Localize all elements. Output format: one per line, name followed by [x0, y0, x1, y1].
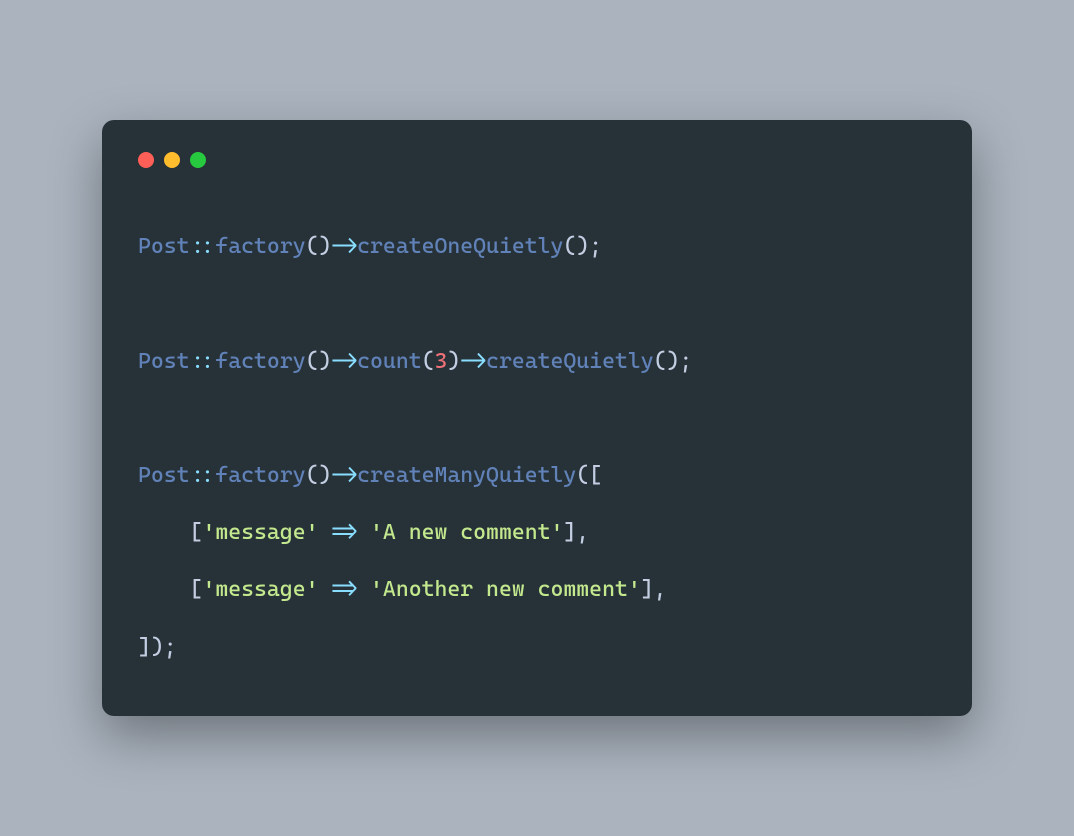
code-line [138, 390, 936, 447]
token-op: => [331, 520, 357, 545]
code-line: Post::factory()->count(3)->createQuietly… [138, 333, 936, 390]
token-punc [357, 577, 370, 602]
token-op: => [331, 577, 357, 602]
token-punc: [ [190, 577, 203, 602]
token-punc [318, 520, 331, 545]
code-line: ['message' => 'A new comment'], [138, 504, 936, 561]
token-punc: ], [641, 577, 667, 602]
token-str: 'Another new comment' [370, 577, 641, 602]
token-punc [357, 520, 370, 545]
token-op: -> [460, 349, 486, 374]
token-punc: [ [190, 520, 203, 545]
token-class: Post [138, 463, 190, 488]
token-op: -> [331, 463, 357, 488]
minimize-icon[interactable] [164, 152, 180, 168]
token-punc: () [306, 349, 332, 374]
token-str: 'message' [202, 577, 318, 602]
code-line: ]); [138, 619, 936, 676]
token-method: createOneQuietly [357, 234, 563, 259]
token-op: -> [331, 349, 357, 374]
window-titlebar [138, 152, 936, 168]
code-block: Post::factory()->createOneQuietly(); Pos… [138, 218, 936, 676]
token-punc [318, 577, 331, 602]
token-punc: ( [422, 349, 435, 374]
code-line: Post::factory()->createOneQuietly(); [138, 218, 936, 275]
token-str: 'A new comment' [370, 520, 563, 545]
token-punc: (); [654, 349, 693, 374]
token-class: Post [138, 349, 190, 374]
token-str: 'message' [202, 520, 318, 545]
token-punc: ([ [576, 463, 602, 488]
token-method: factory [215, 349, 305, 374]
code-line: ['message' => 'Another new comment'], [138, 561, 936, 618]
token-method: createQuietly [486, 349, 654, 374]
token-punc: () [306, 234, 332, 259]
token-op: :: [190, 349, 216, 374]
token-class: Post [138, 234, 190, 259]
token-punc: ], [563, 520, 589, 545]
token-method: createManyQuietly [357, 463, 576, 488]
token-op: :: [190, 234, 216, 259]
token-punc: ) [447, 349, 460, 374]
token-method: factory [215, 234, 305, 259]
code-window: Post::factory()->createOneQuietly(); Pos… [102, 120, 972, 716]
token-num: 3 [434, 349, 447, 374]
zoom-icon[interactable] [190, 152, 206, 168]
token-method: factory [215, 463, 305, 488]
token-op: :: [190, 463, 216, 488]
token-op: -> [331, 234, 357, 259]
token-punc: () [306, 463, 332, 488]
token-method: count [357, 349, 421, 374]
code-line: Post::factory()->createManyQuietly([ [138, 447, 936, 504]
code-line [138, 275, 936, 332]
token-punc: ]); [138, 635, 177, 660]
token-punc: (); [563, 234, 602, 259]
close-icon[interactable] [138, 152, 154, 168]
